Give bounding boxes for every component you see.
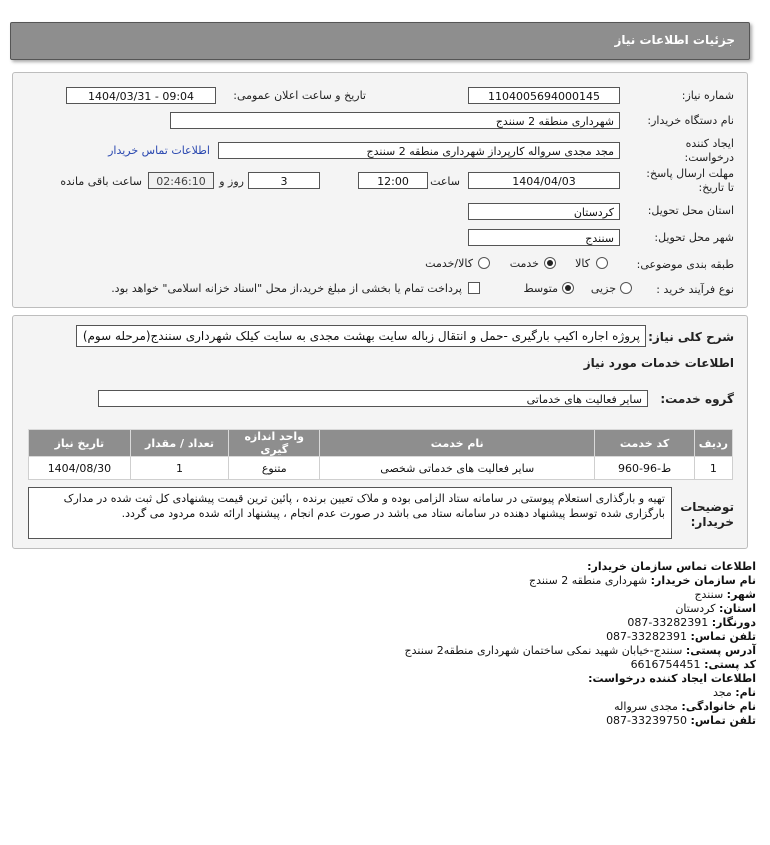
cell-row-number: 1 [693,456,734,480]
creator-last-name-value: مجدی سرواله [614,700,678,713]
creator-phone-label: تلفن تماس: [690,714,756,727]
category-option-goods: کالا [575,257,590,270]
cell-service-code: ط-96-960 [594,456,695,480]
province-field[interactable]: کردستان [468,203,620,220]
creator-field[interactable]: مجد مجدی سرواله کارپرداز شهرداری منطقه 2… [218,142,620,159]
purchase-option-medium: متوسط [523,282,558,295]
summary-field[interactable]: پروژه اجاره اکیپ بارگیری -حمل و انتقال ز… [76,325,646,347]
services-heading: اطلاعات خدمات مورد نیاز [583,356,734,370]
contact-address-value: سنندج-خیابان شهید نمکی ساختمان شهرداری م… [404,644,683,657]
buyer-org-label: نام دستگاه خریدار: [647,114,734,127]
col-quantity: تعداد / مقدار [129,429,230,457]
creator-label: ایجاد کننده درخواست: [684,137,734,164]
contact-phone: تلفن تماس: 087-33282391 [606,630,756,643]
service-group-field[interactable]: سایر فعالیت های خدماتی [98,390,648,407]
category-radio-goods[interactable] [596,257,608,269]
cell-need-date: 1404/08/30 [28,456,131,480]
creator-first-name-value: مجد [712,686,732,699]
buyer-notes-field[interactable]: تهیه و بارگذاری استعلام پیوستی در سامانه… [28,487,672,539]
creator-heading-text: اطلاعات ایجاد کننده درخواست: [588,672,756,685]
contact-fax-label: دورنگار: [711,616,756,629]
category-option-service: خدمت [509,257,539,270]
contact-org: نام سازمان خریدار: شهرداری منطقه 2 سنندج [529,574,756,587]
announce-datetime-field[interactable]: 1404/03/31 - 09:04 [66,87,216,104]
deadline-date-field[interactable]: 1404/04/03 [468,172,620,189]
col-service-code: کد خدمت [594,429,695,457]
purchase-radio-minor[interactable] [620,282,632,294]
creator-phone-value: 087-33239750 [606,714,688,727]
days-label: روز و [219,175,244,188]
table-header-row: ردیف کد خدمت نام خدمت واحد اندازه گیری ت… [28,429,734,457]
page-header: جزئیات اطلاعات نیاز [10,22,750,60]
contact-phone-value: 087-33282391 [606,630,688,643]
contact-org-value: شهرداری منطقه 2 سنندج [528,574,648,587]
contact-fax-value: 087-33282391 [627,616,709,629]
service-group-label: گروه خدمت: [660,392,734,406]
city-field[interactable]: سنندج [468,229,620,246]
need-number-field[interactable]: 1104005694000145 [468,87,620,104]
deadline-time-label: ساعت [430,175,460,188]
page-title: جزئیات اطلاعات نیاز [614,33,735,47]
category-label: طبقه بندی موضوعی: [636,258,734,271]
announce-datetime-label: تاریخ و ساعت اعلان عمومی: [233,89,366,102]
remaining-time-field: 02:46:10 [148,172,214,189]
category-radio-service[interactable] [544,257,556,269]
contact-city-value: سنندج [694,588,724,601]
province-label: استان محل تحویل: [647,204,734,217]
creator-last-name: نام خانوادگی: مجدی سرواله [614,700,756,713]
col-service-name: نام خدمت [319,429,596,457]
contact-heading-text: اطلاعات تماس سازمان خریدار: [587,560,756,573]
category-option-goods-service: کالا/خدمت [425,257,473,270]
contact-org-label: نام سازمان خریدار: [650,574,756,587]
contact-postal: کد پستی: 6616754451 [631,658,756,671]
city-label: شهر محل تحویل: [654,231,734,244]
treasury-payment-note: پرداخت تمام یا بخشی از مبلغ خرید،از محل … [111,282,462,295]
contact-fax: دورنگار: 087-33282391 [627,616,756,629]
contact-address: آدرس پستی: سنندج-خیابان شهید نمکی ساختما… [405,644,756,657]
deadline-label: مهلت ارسال پاسخ: تا تاریخ: [646,167,734,194]
contact-postal-label: کد پستی: [704,658,756,671]
creator-heading: اطلاعات ایجاد کننده درخواست: [588,672,756,685]
buyer-org-field[interactable]: شهرداری منطقه 2 سنندج [170,112,620,129]
buyer-notes-label: توضیحات خریدار: [680,500,734,529]
cell-quantity: 1 [129,456,230,480]
col-row-number: ردیف [693,429,734,457]
remaining-time-label: ساعت باقی مانده [60,175,142,188]
creator-first-name-label: نام: [735,686,756,699]
col-need-date: تاریخ نیاز [28,429,131,457]
creator-last-name-label: نام خانوادگی: [681,700,756,713]
cell-unit: متنوع [228,456,321,480]
creator-first-name: نام: مجد [713,686,756,699]
category-radio-goods-service[interactable] [478,257,490,269]
contact-address-label: آدرس پستی: [685,644,756,657]
summary-label: شرح کلی نیاز: [648,330,734,344]
need-number-label: شماره نیاز: [681,89,734,102]
contact-phone-label: تلفن تماس: [690,630,756,643]
contact-postal-value: 6616754451 [630,658,701,671]
col-unit: واحد اندازه گیری [228,429,321,457]
buyer-contact-link[interactable]: اطلاعات تماس خریدار [108,144,210,157]
contact-city-label: شهر: [726,588,756,601]
contact-province-label: استان: [719,602,756,615]
contact-heading: اطلاعات تماس سازمان خریدار: [587,560,756,573]
purchase-radio-medium[interactable] [562,282,574,294]
purchase-option-minor: جزیی [590,282,616,295]
table-row[interactable]: 1 ط-96-960 سایر فعالیت های خدماتی شخصی م… [28,456,734,480]
services-table: ردیف کد خدمت نام خدمت واحد اندازه گیری ت… [28,429,734,480]
creator-phone: تلفن تماس: 087-33239750 [606,714,756,727]
days-remaining-field[interactable]: 3 [248,172,320,189]
purchase-type-label: نوع فرآیند خرید : [656,283,734,296]
cell-service-name: سایر فعالیت های خدماتی شخصی [319,456,596,480]
treasury-payment-checkbox[interactable] [468,282,480,294]
contact-city: شهر: سنندج [694,588,756,601]
deadline-time-field[interactable]: 12:00 [358,172,428,189]
contact-province: استان: کردستان [675,602,756,615]
contact-province-value: کردستان [675,602,716,615]
